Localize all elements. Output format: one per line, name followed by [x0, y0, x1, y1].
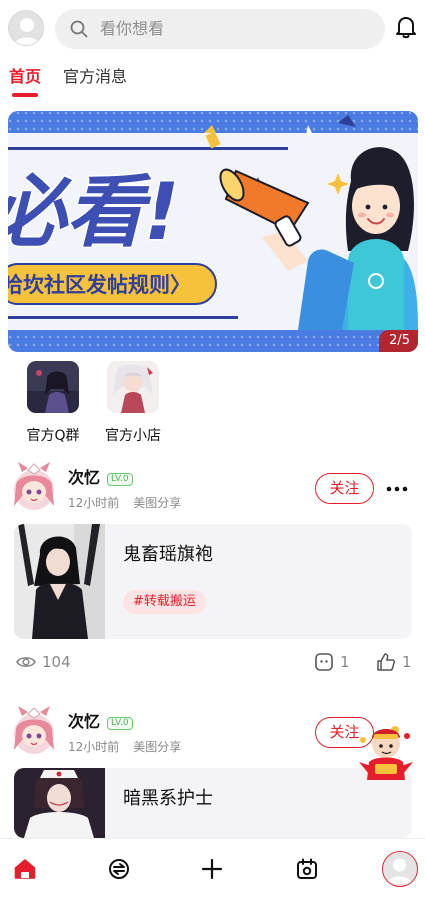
level-badge: LV.0 — [107, 717, 133, 730]
search-placeholder: 看你想看 — [100, 19, 165, 38]
more-dots-icon[interactable] — [385, 484, 409, 494]
post-card[interactable]: 鬼畜瑶旗袍 #转载搬运 — [14, 524, 412, 639]
follow-button[interactable]: 关注 — [315, 473, 374, 504]
search-bar[interactable]: 看你想看 — [55, 9, 385, 49]
post-category[interactable]: 美图分享 — [133, 740, 181, 754]
author-name[interactable]: 次忆 — [68, 468, 100, 488]
post-stats: 104 1 1 — [0, 650, 425, 674]
post-time: 12小时前 — [68, 496, 120, 510]
calendar-icon[interactable] — [295, 857, 319, 881]
user-avatar-icon[interactable] — [8, 10, 44, 46]
eye-icon — [16, 657, 36, 667]
banner-subline: 哈坎社区发帖规则〉 — [8, 273, 191, 297]
thumbs-up-icon — [377, 653, 396, 671]
banner-carousel[interactable]: 必看! 哈坎社区发帖规则〉 2/5 — [8, 111, 418, 352]
add-icon[interactable] — [200, 857, 224, 881]
quick-link-label: 官方Q群 — [26, 428, 80, 444]
quick-link-qq-group[interactable]: 官方Q群 — [23, 361, 83, 445]
bottom-navigation — [0, 838, 425, 900]
views-count: 104 — [16, 650, 71, 674]
author-avatar[interactable] — [12, 462, 56, 512]
post-thumbnail — [14, 524, 105, 639]
qq-group-thumbnail — [27, 361, 79, 413]
views-value: 104 — [42, 653, 71, 671]
post-title[interactable]: 鬼畜瑶旗袍 — [123, 544, 213, 566]
tab-official-news[interactable]: 官方消息 — [63, 66, 127, 88]
post-meta: 12小时前 美图分享 — [68, 739, 181, 755]
post-category[interactable]: 美图分享 — [133, 496, 181, 510]
likes-value: 1 — [402, 653, 412, 671]
post-meta: 12小时前 美图分享 — [68, 495, 181, 511]
quick-link-label: 官方小店 — [105, 428, 161, 444]
feed-tabs: 首页 官方消息 — [0, 60, 425, 100]
fortune-mascot-icon[interactable] — [355, 722, 417, 780]
discover-icon[interactable] — [107, 857, 131, 881]
tab-home[interactable]: 首页 — [9, 66, 41, 88]
quick-link-official-store[interactable]: 官方小店 — [103, 361, 163, 445]
post-time: 12小时前 — [68, 740, 120, 754]
top-bar: 看你想看 — [0, 0, 425, 58]
like-button[interactable]: 1 — [376, 650, 412, 674]
official-store-thumbnail — [107, 361, 159, 413]
active-tab-indicator — [12, 93, 38, 97]
author-avatar[interactable] — [12, 706, 56, 756]
banner-page-indicator: 2/5 — [379, 330, 418, 352]
post-card[interactable]: 暗黑系护士 — [14, 768, 412, 838]
comment-icon — [315, 653, 333, 671]
post-tag[interactable]: #转载搬运 — [123, 590, 206, 614]
author-name[interactable]: 次忆 — [68, 712, 100, 732]
home-icon[interactable] — [13, 857, 37, 881]
banner-headline: 必看! — [8, 168, 180, 258]
post-thumbnail — [14, 768, 105, 838]
post-title[interactable]: 暗黑系护士 — [123, 788, 213, 810]
comments-value: 1 — [340, 653, 350, 671]
profile-avatar-icon[interactable] — [382, 851, 418, 887]
search-icon — [70, 20, 88, 38]
level-badge: LV.0 — [107, 473, 133, 486]
comment-button[interactable]: 1 — [314, 650, 350, 674]
bell-icon[interactable] — [395, 15, 417, 39]
